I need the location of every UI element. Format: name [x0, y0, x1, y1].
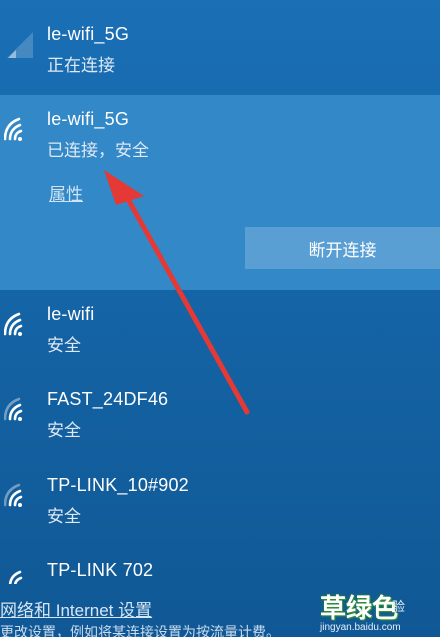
watermark-url: jingyan.baidu.com	[320, 622, 401, 633]
network-status: 安全	[47, 507, 81, 526]
network-settings-link[interactable]: 网络和 Internet 设置	[0, 596, 152, 621]
network-name: FAST_24DF46	[47, 389, 169, 409]
network-item-le-wifi-5g-connecting[interactable]: le-wifi_5G 正在连接	[0, 20, 440, 80]
connected-network-header: le-wifi_5G 已连接，安全	[0, 105, 440, 165]
watermark-side-text: 验	[392, 599, 406, 614]
wifi-signal-icon	[4, 397, 23, 421]
network-name: le-wifi_5G	[47, 109, 130, 129]
wifi-signal-icon	[4, 117, 23, 141]
network-name: le-wifi_5G	[47, 24, 130, 44]
network-status: 正在连接	[47, 56, 115, 75]
network-status: 安全	[47, 421, 81, 440]
network-name: TP-LINK_10#902	[47, 475, 189, 495]
watermark-main-text: 草绿色	[320, 593, 399, 623]
network-settings-description: 更改设置，例如将某连接设置为按流量计费。	[0, 624, 280, 637]
disconnect-button[interactable]: 断开连接	[245, 227, 440, 269]
wifi-network-flyout: le-wifi_5G 正在连接 le-wifi_5G 已连接，安全 属性 断开连…	[0, 0, 440, 637]
network-item-tp-link-702[interactable]: TP-LINK 702	[0, 556, 440, 586]
wifi-signal-icon	[4, 483, 23, 507]
wifi-signal-icon	[4, 312, 23, 336]
network-item-le-wifi[interactable]: le-wifi 安全	[0, 300, 440, 360]
wifi-signal-icon	[7, 32, 33, 58]
network-item-tp-link-10-902[interactable]: TP-LINK_10#902 安全	[0, 471, 440, 531]
wifi-signal-icon	[8, 570, 23, 584]
network-item-fast-24df46[interactable]: FAST_24DF46 安全	[0, 385, 440, 445]
network-status: 安全	[47, 336, 81, 355]
network-name: TP-LINK 702	[47, 560, 154, 580]
network-status: 已连接，安全	[47, 141, 149, 160]
watermark: 草绿色 验 jingyan.baidu.com	[318, 588, 440, 637]
network-name: le-wifi	[47, 304, 95, 324]
properties-link[interactable]: 属性	[49, 180, 83, 205]
